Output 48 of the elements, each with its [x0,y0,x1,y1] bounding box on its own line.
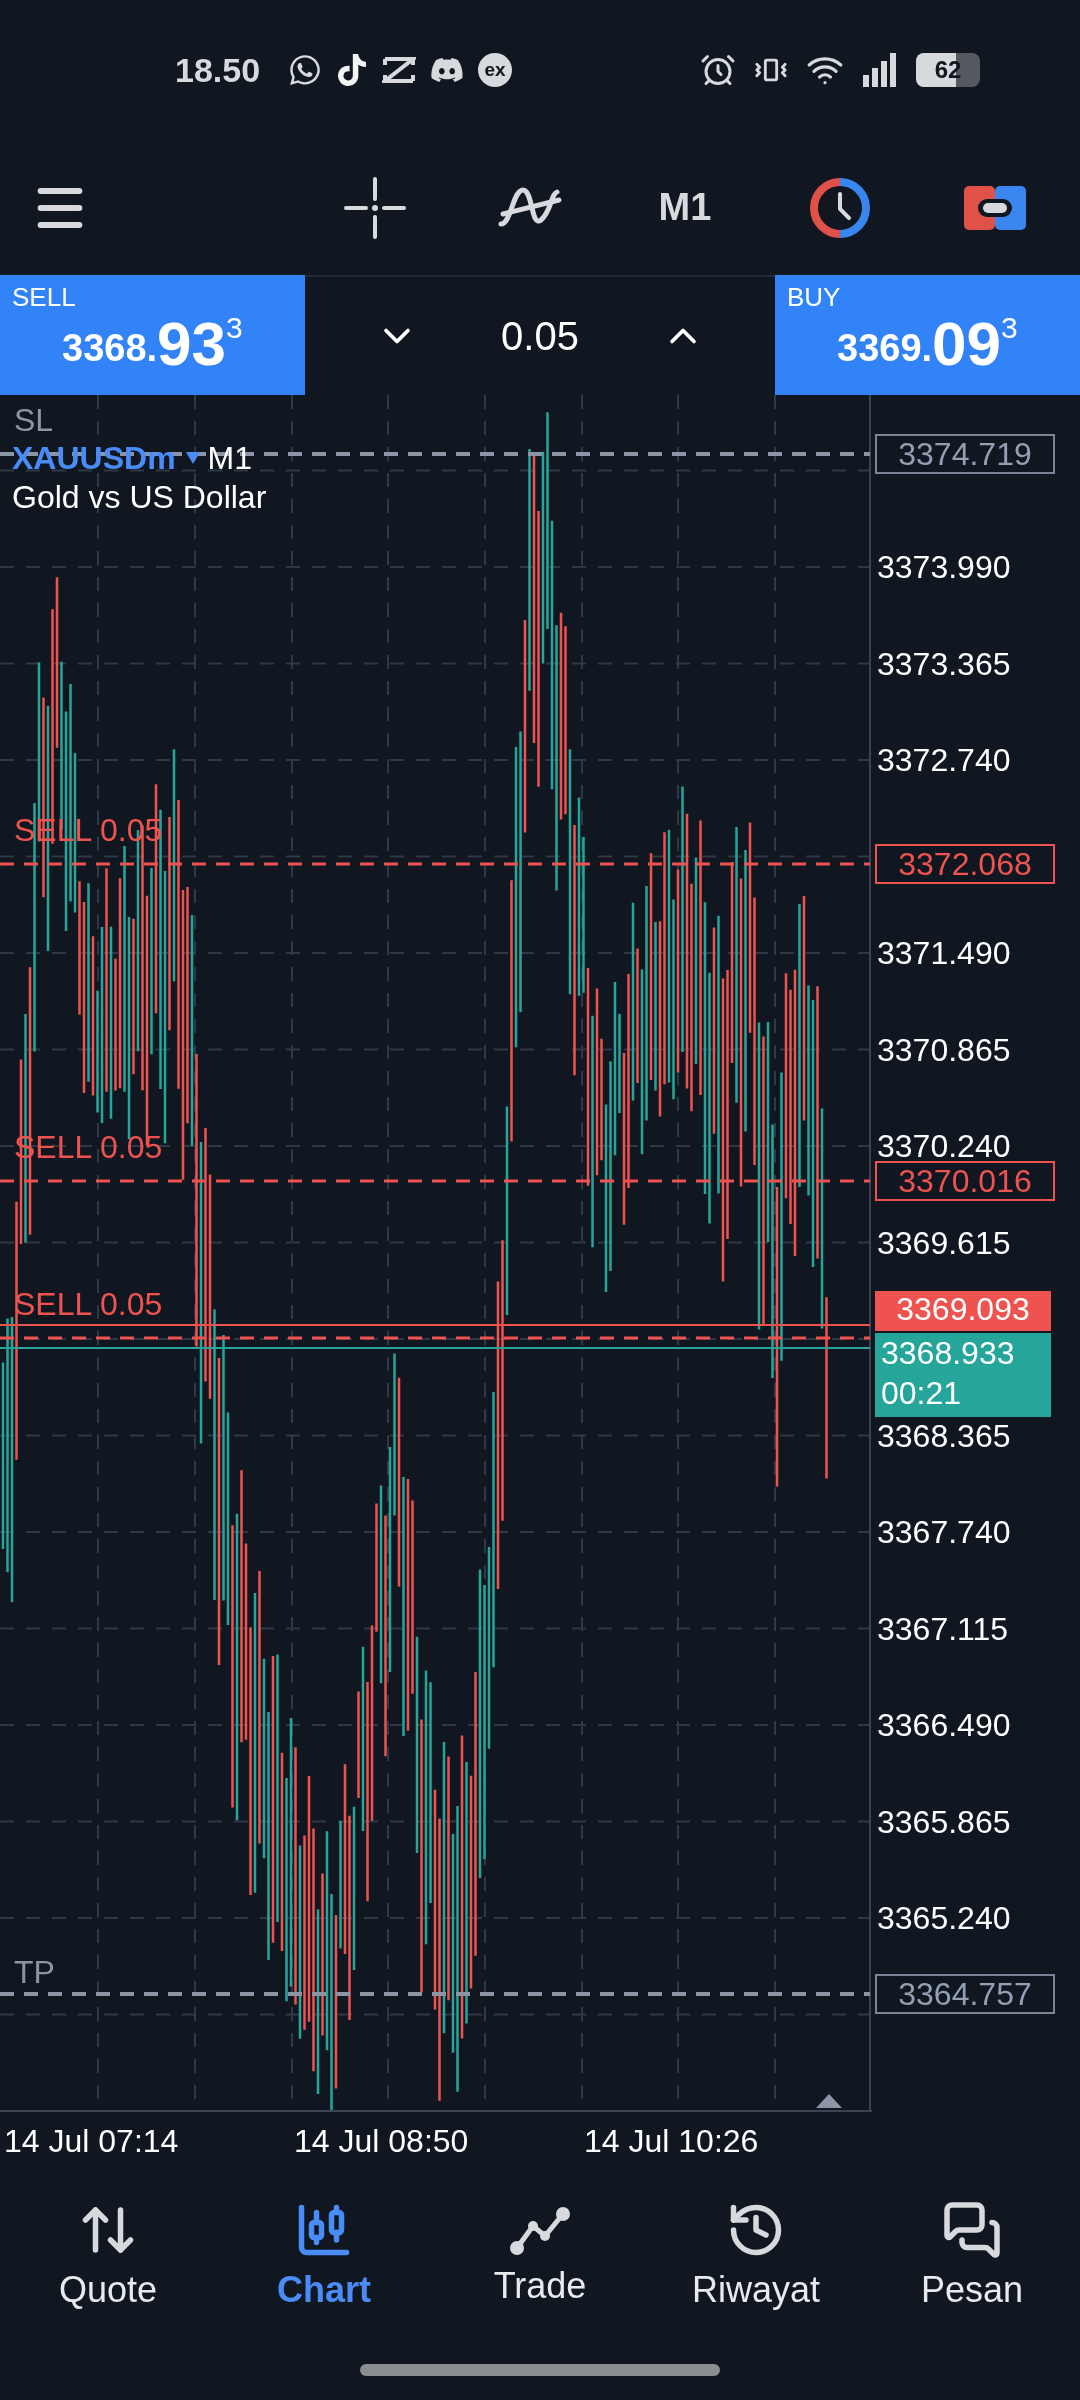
candle-countdown: 00:21 [881,1374,963,1413]
symbol-description: Gold vs US Dollar [12,478,267,517]
nav-tab[interactable]: Trade [432,2170,648,2340]
price-axis-label: 3368.365 [877,1417,1011,1454]
symbol-name[interactable]: XAUUSDm [12,439,176,477]
price-axis-label: 3370.865 [877,1031,1011,1068]
line-chart-icon [509,2204,571,2256]
nav-tab[interactable]: Riwayat [648,2170,864,2340]
toggle-icon [964,185,1026,230]
price-axis-label: 3370.240 [877,1128,1011,1164]
time-axis-label: 14 Jul 07:14 [3,2122,180,2161]
price-axis-label: 3371.490 [877,935,1011,971]
scroll-triangle-icon[interactable] [816,2092,842,2108]
nav-tab[interactable]: Chart [216,2170,432,2340]
nav-tab[interactable]: Quote [0,2170,216,2340]
nav-tab[interactable]: Pesan [864,2170,1080,2340]
order-price-tag: 3370.016 [875,1161,1055,1201]
music-note-icon [336,54,369,86]
ask-price-tag: 3369.093 [875,1291,1051,1331]
order-line-label: TP [14,1954,55,1990]
app-badge: ex [478,53,513,87]
crossed-bars-icon [382,56,417,84]
alarm-icon [700,52,736,88]
chat-bubble-icon [288,53,323,87]
order-price-tag: 3374.719 [875,434,1055,474]
time-axis-label: 14 Jul 10:26 [583,2122,760,2161]
volume-value: 0.05 [501,313,579,360]
status-time: 18.50 [175,49,261,91]
price-axis-label: 3367.740 [877,1514,1011,1550]
chat-bubbles-icon [942,2200,1002,2260]
timeframe-button[interactable]: M1 [630,157,740,258]
price-axis-label: 3369.615 [877,1224,1011,1261]
dropdown-triangle-icon[interactable] [185,452,200,464]
clock-icon [810,177,870,238]
order-line-label: SL [14,402,54,438]
order-price-tag: 3364.757 [875,1974,1055,2014]
price-axis-label: 3365.865 [877,1803,1011,1840]
price-axis-label: 3367.115 [877,1610,1009,1647]
bid-price: 3368.933 [881,1334,1016,1373]
crosshair-icon [344,176,406,239]
order-price-tag: 3372.068 [875,844,1055,884]
time-axis-label: 14 Jul 08:50 [293,2122,470,2161]
price-axis-label: 3366.490 [877,1707,1011,1743]
price-axis-label: 3373.365 [877,645,1011,682]
signal-icon [862,53,898,87]
price-axis-label: 3365.240 [877,1900,1011,1936]
price-axis-label: 3373.990 [877,549,1011,585]
price-axis-label: 3372.740 [877,742,1011,778]
